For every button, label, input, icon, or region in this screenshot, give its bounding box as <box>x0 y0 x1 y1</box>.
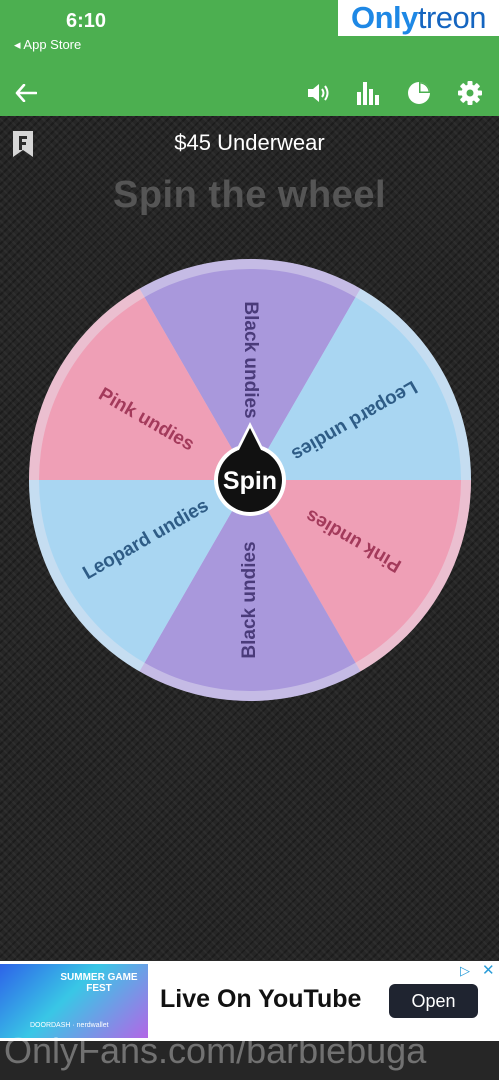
back-to-app-store-link[interactable]: ◂ App Store <box>14 37 81 53</box>
ad-open-button[interactable]: Open <box>389 984 478 1018</box>
settings-icon[interactable] <box>450 70 490 116</box>
status-bar: 6:10 ◂ App Store Onlytreon <box>0 0 499 70</box>
ad-headline: Live On YouTube <box>160 985 362 1013</box>
watermark-brand-b: treon <box>417 0 487 35</box>
ad-image-footer: DOORDASH · nerdwallet <box>30 1022 109 1029</box>
watermark-brand-a: Only <box>350 0 418 35</box>
ad-close-icon[interactable]: ✕ <box>482 961 495 979</box>
back-arrow-icon[interactable] <box>6 70 46 116</box>
status-time: 6:10 <box>66 10 107 32</box>
watermark-logo: Onlytreon <box>338 0 499 36</box>
footer-watermark: OnlyFans.com/barbiebuga <box>4 1030 427 1071</box>
spin-label: Spin <box>223 467 277 495</box>
wheel-screen: $45 Underwear Spin the wheel Black undie… <box>0 116 499 960</box>
ad-image[interactable]: SUMMER GAME FEST DOORDASH · nerdwallet <box>0 964 148 1038</box>
pie-chart-icon[interactable] <box>399 70 439 116</box>
wheel-segment-label: Black undies <box>240 301 261 418</box>
stats-icon[interactable] <box>348 70 388 116</box>
ad-banner[interactable]: SUMMER GAME FEST DOORDASH · nerdwallet L… <box>0 961 499 1041</box>
ad-image-text: SUMMER GAME FEST <box>60 972 138 994</box>
wheel-segment-label: Black undies <box>239 541 260 658</box>
app-toolbar <box>0 70 499 116</box>
sound-icon[interactable] <box>299 70 339 116</box>
ad-choices-icon[interactable]: ▷ <box>460 963 470 979</box>
wheel[interactable]: Black undiesLeopard undiesPink undiesBla… <box>0 116 499 960</box>
